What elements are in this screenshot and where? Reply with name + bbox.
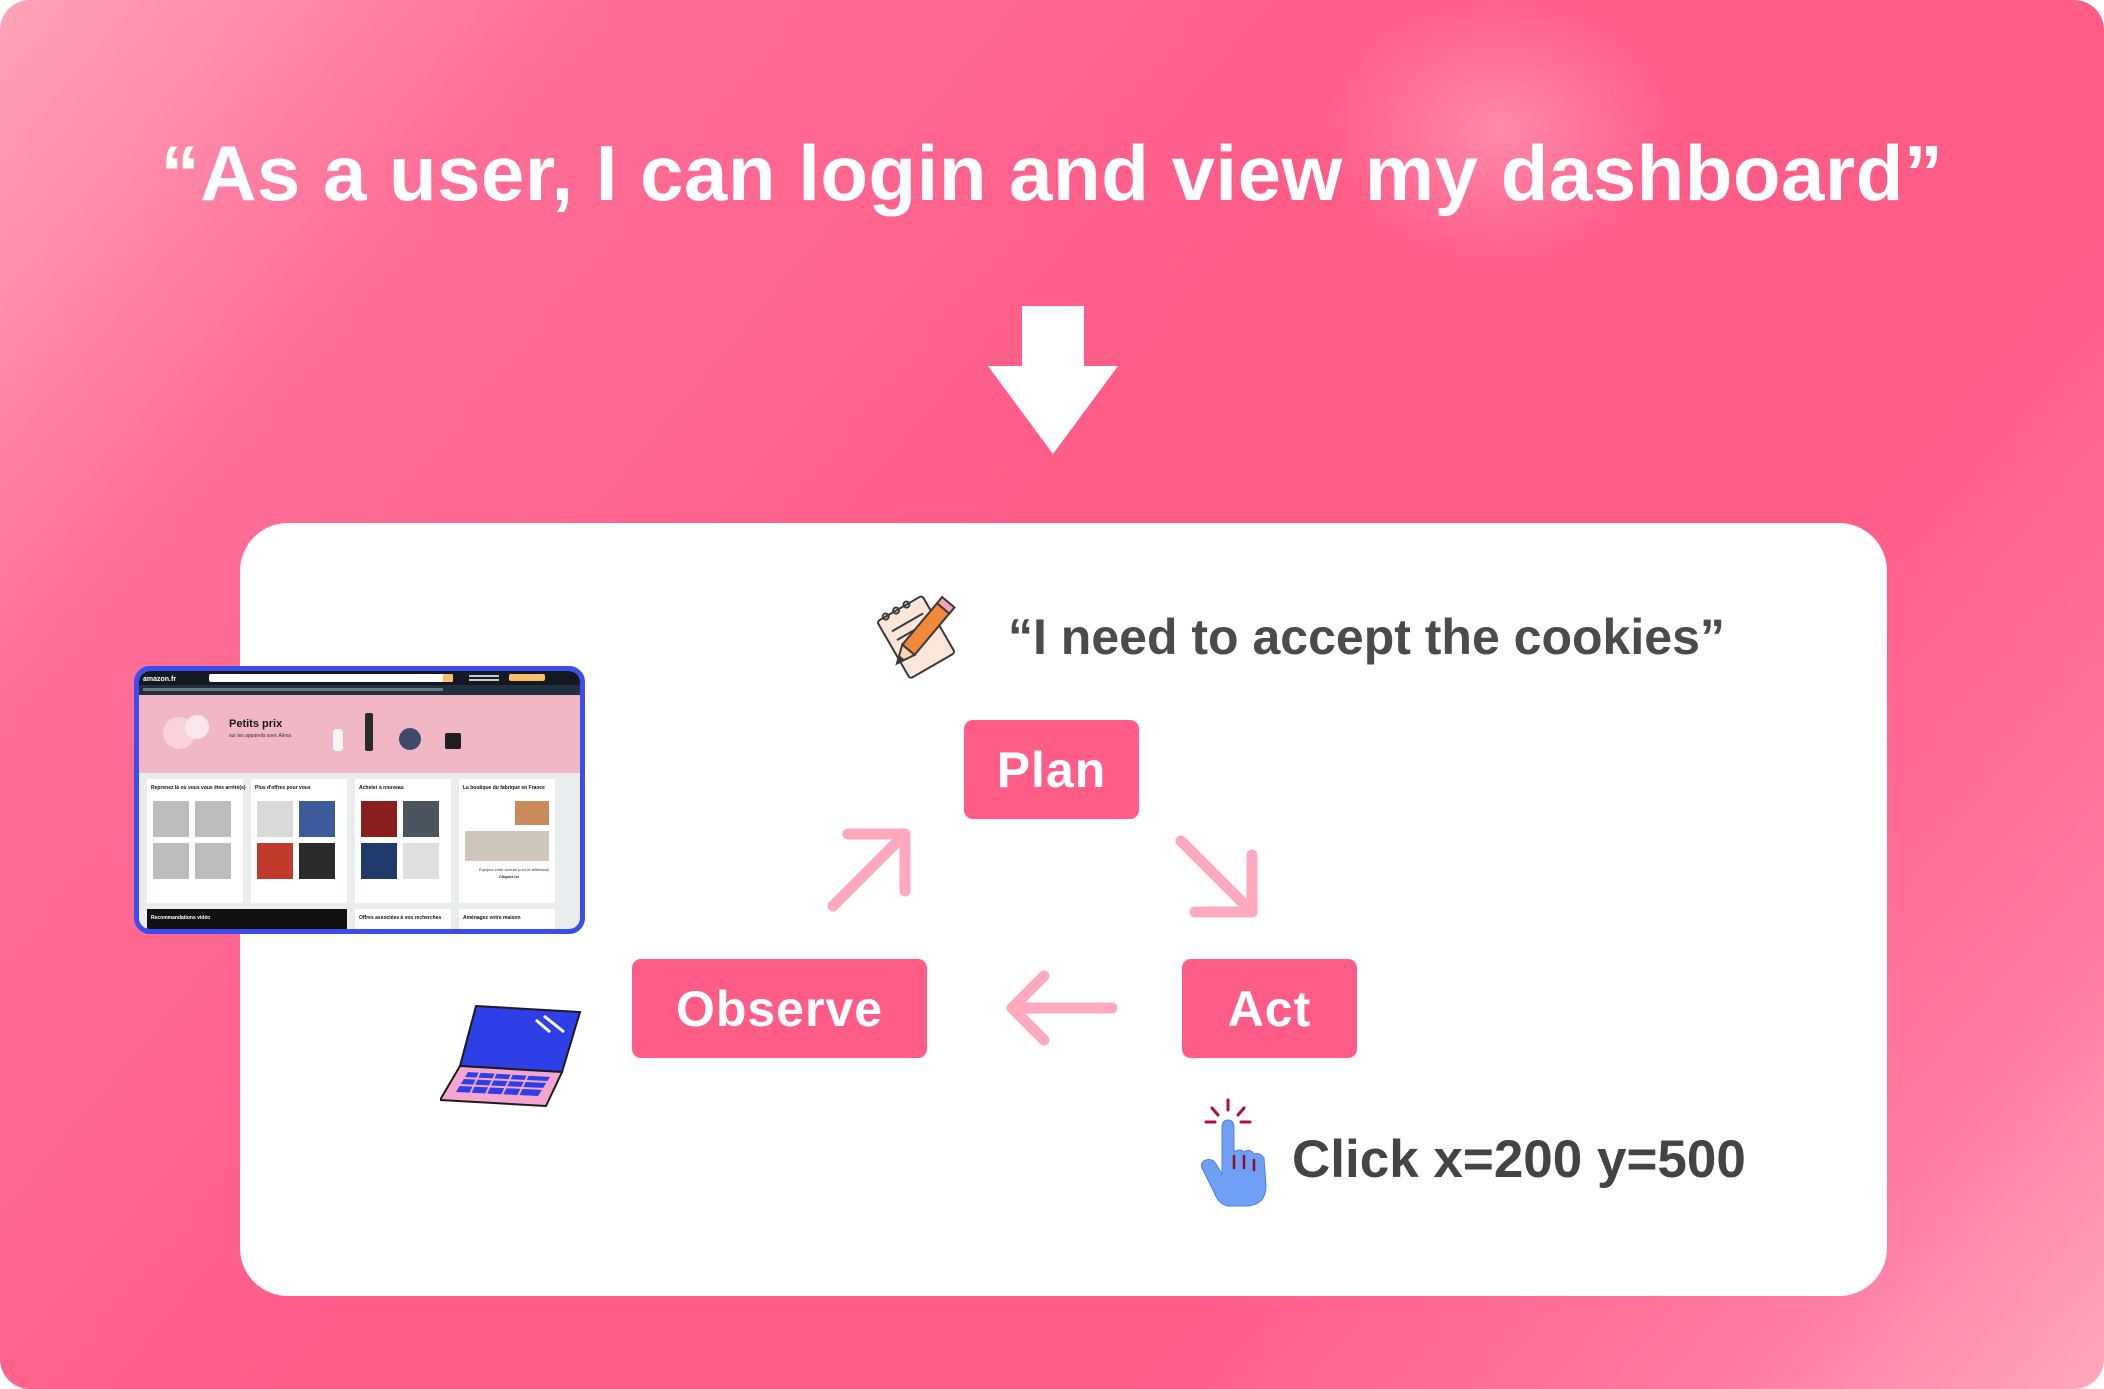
act-node: Act bbox=[1182, 959, 1357, 1058]
screenshot-banner-title: Petits prix bbox=[229, 718, 283, 730]
screenshot-bottom-card-1: Recommandations vidéo bbox=[151, 915, 210, 921]
laptop-icon bbox=[440, 1004, 582, 1108]
screenshot-promo: Équipez votre bureau pour le télétravail bbox=[479, 867, 549, 872]
screenshot-thumbnail: amazon.fr Petits prix sur les appareils … bbox=[139, 671, 580, 929]
screenshot-banner-subtitle: sur les appareils avec Alexa bbox=[229, 733, 291, 739]
arrow-plan-to-act bbox=[1175, 835, 1258, 918]
screenshot-logo: amazon.fr bbox=[143, 676, 176, 683]
diagram-canvas: “As a user, I can login and view my dash… bbox=[0, 0, 2104, 1389]
plan-node: Plan bbox=[964, 720, 1139, 819]
screenshot-card-3: Acheter à nouveau bbox=[359, 785, 404, 791]
pointing-hand-icon bbox=[1201, 1098, 1267, 1207]
screenshot-bottom-card-3: Aménagez votre maison bbox=[463, 915, 521, 921]
arrow-observe-to-plan bbox=[827, 828, 911, 912]
screenshot-bottom-card-2: Offres associées à vos recherches bbox=[359, 915, 441, 921]
webpage-screenshot: amazon.fr Petits prix sur les appareils … bbox=[134, 666, 585, 934]
observe-node: Observe bbox=[632, 959, 927, 1058]
action-text: Click x=200 y=500 bbox=[1292, 1130, 1746, 1189]
screenshot-card-2: Plus d'offres pour vous bbox=[255, 785, 311, 791]
screenshot-promo-link: Cliquez ici bbox=[499, 874, 519, 879]
screenshot-card-4: La boutique du fabriqué en France bbox=[463, 785, 545, 791]
screenshot-card-1: Reprenez là où vous vous êtes arrêté(s) bbox=[151, 785, 246, 791]
